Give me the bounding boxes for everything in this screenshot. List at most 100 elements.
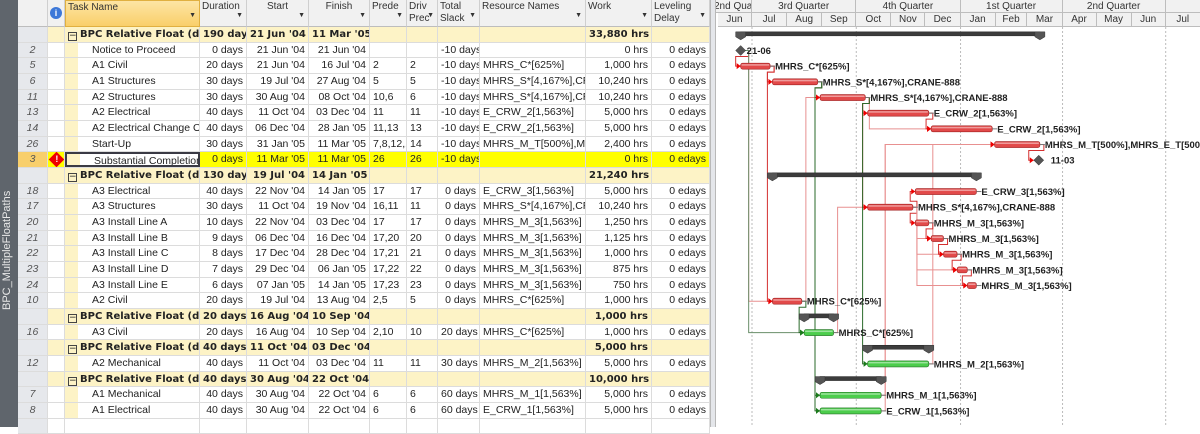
cell-finish[interactable]: 10 Sep '04 [309, 309, 370, 324]
cell-driv[interactable]: 6 [407, 89, 438, 105]
cell-finish[interactable]: 11 Mar '05 [309, 27, 370, 42]
bar-label[interactable]: MHRS_M_T[500%],MHRS_E_T[500%] [1045, 140, 1200, 151]
cell-duration[interactable]: 0 days [200, 152, 247, 168]
task-bar[interactable] [819, 94, 866, 101]
cell-delay[interactable]: 0 edays [652, 293, 710, 309]
task-bar[interactable] [867, 109, 930, 117]
cell-finish[interactable]: 21 Jun '04 [309, 42, 370, 58]
cell-start[interactable]: 07 Jan '05 [247, 277, 309, 293]
cell-work[interactable]: 1,250 hrs [586, 215, 652, 230]
cell-slack[interactable] [438, 340, 480, 356]
task-bar-highlight[interactable] [868, 361, 928, 364]
cell-slack[interactable]: -10 days [438, 121, 480, 136]
cell-work[interactable]: 10,240 hrs [586, 74, 652, 89]
cell-name[interactable]: A3 Install Line D [65, 262, 200, 277]
bar-label[interactable]: MHRS_M_2[1,563%] [934, 359, 1024, 370]
missed-deadline-icon[interactable]: ! [48, 152, 64, 168]
cell-driv[interactable]: 5 [407, 74, 438, 89]
bar-label[interactable]: MHRS_M_3[1,563%] [934, 218, 1024, 229]
cell-driv[interactable]: 2 [407, 58, 438, 73]
cell-work[interactable]: 5,000 hrs [586, 183, 652, 199]
cell-id[interactable]: 14 [18, 121, 48, 136]
summary-bar-cap[interactable] [814, 376, 826, 385]
task-bar[interactable] [867, 203, 914, 211]
cell-finish[interactable]: 03 Dec '04 [309, 215, 370, 230]
cell-pred[interactable] [370, 168, 407, 183]
cell-work[interactable]: 1,000 hrs [586, 309, 652, 324]
cell-delay[interactable]: 0 edays [652, 199, 710, 215]
cell-ind[interactable]: ! [48, 152, 65, 168]
cell-ind[interactable] [48, 136, 65, 152]
bar-label[interactable]: E_CRW_2[1,563%] [997, 124, 1080, 135]
cell-pred[interactable] [370, 27, 407, 42]
summary-bar-cap[interactable] [875, 376, 887, 385]
cell-slack[interactable]: 0 days [438, 183, 480, 199]
cell-finish[interactable]: 27 Aug '04 [309, 74, 370, 89]
cell-name[interactable]: A3 Civil [65, 324, 200, 340]
cell-ind[interactable] [48, 387, 65, 403]
cell-delay[interactable]: 0 edays [652, 324, 710, 340]
cell-pred[interactable]: 17,20 [370, 230, 407, 246]
task-bar[interactable] [819, 407, 882, 415]
cell-duration[interactable]: 30 days [200, 136, 247, 152]
collapse-toggle-icon[interactable]: − [68, 345, 77, 355]
cell-driv[interactable]: 5 [407, 293, 438, 309]
task-bar-highlight[interactable] [995, 142, 1039, 145]
summary-bar-cap[interactable] [1034, 31, 1046, 41]
task-bar-highlight[interactable] [916, 220, 928, 223]
cell-delay[interactable]: 0 edays [652, 277, 710, 293]
cell-resources[interactable] [480, 309, 586, 324]
task-bar[interactable] [914, 219, 930, 227]
cell-resources[interactable] [480, 371, 586, 387]
bar-label[interactable]: MHRS_C*[625%] [807, 297, 881, 308]
cell-name[interactable]: −BPC Relative Float (d): 30 [65, 309, 200, 324]
cell-name[interactable]: A1 Electrical [65, 403, 200, 418]
bar-label[interactable]: MHRS_C*[625%] [839, 328, 913, 339]
cell-finish[interactable]: 19 Nov '04 [309, 199, 370, 215]
cell-delay[interactable]: 0 edays [652, 89, 710, 105]
cell-id[interactable]: 3 [18, 152, 48, 168]
cell-start[interactable]: 11 Oct '04 [247, 105, 309, 120]
cell-id[interactable]: 22 [18, 246, 48, 262]
cell-pred[interactable]: 10,6 [370, 89, 407, 105]
cell-duration[interactable]: 8 days [200, 246, 247, 262]
task-bar-highlight[interactable] [868, 111, 928, 113]
summary-bar-cap[interactable] [971, 172, 982, 182]
bar-label[interactable]: MHRS_C*[625%] [775, 62, 849, 73]
cell-empty[interactable] [48, 418, 65, 434]
cell-start[interactable]: 19 Jul '04 [247, 293, 309, 309]
column-header-start[interactable]: Start ▼ [247, 0, 309, 27]
cell-delay[interactable] [652, 27, 710, 42]
cell-duration[interactable]: 130 days [200, 168, 247, 183]
task-bar-highlight[interactable] [805, 330, 833, 333]
cell-pred[interactable]: 2 [370, 58, 407, 73]
cell-finish[interactable]: 08 Oct '04 [309, 89, 370, 105]
cell-duration[interactable]: 30 days [200, 89, 247, 105]
cell-slack[interactable] [438, 309, 480, 324]
cell-finish[interactable]: 16 Jul '04 [309, 58, 370, 73]
cell-pred[interactable]: 11 [370, 356, 407, 371]
cell-name[interactable]: A3 Install Line E [65, 277, 200, 293]
cell-delay[interactable]: 0 edays [652, 246, 710, 262]
cell-start[interactable]: 19 Jul '04 [247, 74, 309, 89]
cell-ind[interactable] [48, 309, 65, 324]
task-bar-highlight[interactable] [821, 408, 881, 411]
collapse-toggle-icon[interactable]: − [68, 173, 77, 183]
cell-finish[interactable]: 06 Jan '05 [309, 262, 370, 277]
bar-label[interactable]: MHRS_M_3[1,563%] [949, 234, 1039, 245]
cell-slack[interactable]: 60 days [438, 387, 480, 403]
cell-resources[interactable]: MHRS_M_3[1,563%] [480, 246, 586, 262]
cell-resources[interactable]: MHRS_M_3[1,563%] [480, 262, 586, 277]
cell-resources[interactable]: MHRS_M_1[1,563%] [480, 387, 586, 403]
cell-duration[interactable]: 40 days [200, 403, 247, 418]
cell-delay[interactable]: 0 edays [652, 105, 710, 120]
cell-work[interactable]: 33,880 hrs [586, 27, 652, 42]
cell-driv[interactable] [407, 168, 438, 183]
task-bar[interactable] [930, 235, 944, 242]
task-bar-highlight[interactable] [916, 189, 976, 192]
cell-work[interactable]: 5,000 hrs [586, 121, 652, 136]
cell-resources[interactable] [480, 340, 586, 356]
cell-id[interactable]: 12 [18, 356, 48, 371]
bar-label[interactable]: E_CRW_1[1,563%] [886, 406, 969, 417]
cell-start[interactable]: 19 Jul '04 [247, 168, 309, 183]
